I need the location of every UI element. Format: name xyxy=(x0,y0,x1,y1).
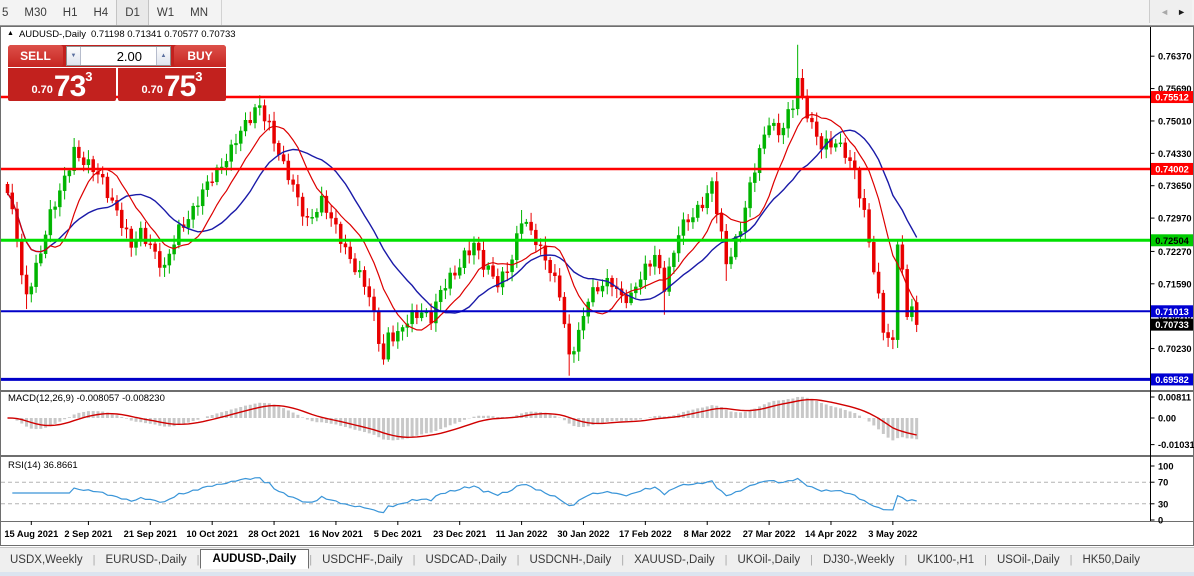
tab-usdchf-daily[interactable]: USDCHF-,Daily xyxy=(312,550,413,570)
volume-increase-button[interactable]: ▲ xyxy=(156,47,170,65)
timeframe-button-w1[interactable]: W1 xyxy=(149,0,182,25)
chart-symbol-header: ▲ AUDUSD-,Daily 0.71198 0.71341 0.70577 … xyxy=(7,29,236,40)
timeframe-button-h4[interactable]: H4 xyxy=(85,0,116,25)
tab-eurusd-daily[interactable]: EURUSD-,Daily xyxy=(96,550,197,570)
svg-text:100: 100 xyxy=(1158,462,1174,472)
buy-button[interactable]: BUY xyxy=(174,45,226,67)
chart-window: 0.763700.756900.750100.743300.736500.729… xyxy=(0,26,1194,546)
buy-price-panel[interactable]: 0.70 75 3 xyxy=(118,68,226,101)
tab-uk100-h1[interactable]: UK100-,H1 xyxy=(907,550,984,570)
macd-value-1: -0.008057 xyxy=(77,393,120,404)
tab-usoil-daily[interactable]: USOil-,Daily xyxy=(987,550,1070,570)
tab-xauusd-daily[interactable]: XAUUSD-,Daily xyxy=(624,550,725,570)
svg-text:0: 0 xyxy=(1158,516,1163,526)
svg-text:17 Feb 2022: 17 Feb 2022 xyxy=(619,529,672,539)
svg-text:0.72504: 0.72504 xyxy=(1155,236,1189,246)
timeframe-button-h1[interactable]: H1 xyxy=(55,0,86,25)
svg-text:28 Oct 2021: 28 Oct 2021 xyxy=(248,529,300,539)
collapse-triangle-icon[interactable]: ▲ xyxy=(7,30,14,37)
svg-text:0.00811: 0.00811 xyxy=(1158,393,1191,403)
buy-price-pip-fraction: 3 xyxy=(195,69,202,84)
svg-text:0.75010: 0.75010 xyxy=(1158,116,1192,126)
svg-text:0.74330: 0.74330 xyxy=(1158,149,1192,159)
macd-name: MACD(12,26,9) xyxy=(8,393,74,404)
svg-text:0.70230: 0.70230 xyxy=(1158,344,1192,354)
chart-symbol-label: AUDUSD-,Daily xyxy=(19,29,86,40)
tab-ukoil-daily[interactable]: UKOil-,Daily xyxy=(727,550,810,570)
tab-usdcnh-daily[interactable]: USDCNH-,Daily xyxy=(519,550,621,570)
volume-decrease-button[interactable]: ▼ xyxy=(67,47,81,65)
svg-text:0.00: 0.00 xyxy=(1158,414,1176,424)
timeframe-button-d1[interactable]: D1 xyxy=(116,0,149,25)
svg-text:0.69582: 0.69582 xyxy=(1155,375,1189,385)
rsi-value: 36.8661 xyxy=(43,460,77,471)
chart-canvas[interactable]: 0.763700.756900.750100.743300.736500.729… xyxy=(0,26,1194,546)
tab-audusd-daily[interactable]: AUDUSD-,Daily xyxy=(200,549,310,569)
svg-text:0.70733: 0.70733 xyxy=(1155,320,1189,330)
timeframe-button-m30[interactable]: M30 xyxy=(16,0,54,25)
one-click-trading-widget: SELL ▼ 2.00 ▲ BUY 0.70 73 3 0.70 75 3 xyxy=(8,45,226,101)
sell-price-big-digits: 73 xyxy=(54,73,85,100)
timeframe-toolbar: 5M30H1H4D1W1MN xyxy=(0,0,1194,26)
buy-price-prefix: 0.70 xyxy=(141,84,162,96)
svg-text:27 Mar 2022: 27 Mar 2022 xyxy=(743,529,796,539)
svg-text:0.72970: 0.72970 xyxy=(1158,214,1192,224)
volume-input[interactable]: 2.00 xyxy=(81,47,156,65)
tab-scroll-controls: ◄ ► xyxy=(1149,0,1192,23)
rsi-indicator-label: RSI(14) 36.8661 xyxy=(8,460,78,471)
svg-text:0.71590: 0.71590 xyxy=(1158,279,1192,289)
svg-text:5 Dec 2021: 5 Dec 2021 xyxy=(374,529,422,539)
trading-platform-window: 5M30H1H4D1W1MN 0.763700.756900.750100.74… xyxy=(0,0,1194,576)
svg-text:15 Aug 2021: 15 Aug 2021 xyxy=(4,529,58,539)
chart-ohlc-values: 0.71198 0.71341 0.70577 0.70733 xyxy=(91,29,236,40)
sell-price-panel[interactable]: 0.70 73 3 xyxy=(8,68,116,101)
trade-widget-prices: 0.70 73 3 0.70 75 3 xyxy=(8,68,226,101)
svg-text:-0.010311: -0.010311 xyxy=(1158,440,1194,450)
svg-text:3 May 2022: 3 May 2022 xyxy=(868,529,917,539)
svg-text:14 Apr 2022: 14 Apr 2022 xyxy=(805,529,857,539)
rsi-name: RSI(14) xyxy=(8,460,41,471)
sell-price-pip-fraction: 3 xyxy=(85,69,92,84)
status-bar-edge xyxy=(0,572,1194,576)
svg-text:8 Mar 2022: 8 Mar 2022 xyxy=(683,529,731,539)
symbol-tab-bar: USDX,Weekly|EURUSD-,Daily|AUDUSD-,Daily|… xyxy=(0,547,1194,572)
tab-usdx-weekly[interactable]: USDX,Weekly xyxy=(0,550,93,570)
svg-text:2 Sep 2021: 2 Sep 2021 xyxy=(64,529,112,539)
tab-usdcad-daily[interactable]: USDCAD-,Daily xyxy=(415,550,516,570)
trade-widget-top-row: SELL ▼ 2.00 ▲ BUY xyxy=(8,45,226,67)
sell-price-prefix: 0.70 xyxy=(31,84,52,96)
svg-text:0.74002: 0.74002 xyxy=(1155,164,1189,174)
svg-text:0.76370: 0.76370 xyxy=(1158,52,1192,62)
macd-value-2: -0.008230 xyxy=(122,393,165,404)
volume-spinner: ▼ 2.00 ▲ xyxy=(66,46,171,66)
buy-price-big-digits: 75 xyxy=(164,73,195,100)
svg-text:11 Jan 2022: 11 Jan 2022 xyxy=(496,529,548,539)
svg-text:30: 30 xyxy=(1158,499,1168,509)
tab-scroll-left-icon[interactable]: ◄ xyxy=(1160,7,1169,17)
tab-scroll-right-icon[interactable]: ► xyxy=(1177,7,1186,17)
tab-dj30-weekly[interactable]: DJ30-,Weekly xyxy=(813,550,904,570)
svg-text:0.75512: 0.75512 xyxy=(1155,93,1189,103)
svg-text:23 Dec 2021: 23 Dec 2021 xyxy=(433,529,486,539)
svg-text:0.71013: 0.71013 xyxy=(1155,307,1189,317)
sell-button[interactable]: SELL xyxy=(8,45,63,67)
timeframe-button-mn[interactable]: MN xyxy=(182,0,216,25)
tab-hk50-daily[interactable]: HK50,Daily xyxy=(1072,550,1150,570)
svg-text:21 Sep 2021: 21 Sep 2021 xyxy=(124,529,177,539)
svg-text:30 Jan 2022: 30 Jan 2022 xyxy=(557,529,609,539)
svg-text:0.72270: 0.72270 xyxy=(1158,247,1192,257)
svg-text:0.73650: 0.73650 xyxy=(1158,181,1192,191)
timeframe-button-5[interactable]: 5 xyxy=(0,0,16,25)
svg-text:16 Nov 2021: 16 Nov 2021 xyxy=(309,529,363,539)
svg-text:10 Oct 2021: 10 Oct 2021 xyxy=(186,529,238,539)
macd-indicator-label: MACD(12,26,9) -0.008057 -0.008230 xyxy=(8,393,165,404)
toolbar-separator xyxy=(221,0,222,25)
svg-text:70: 70 xyxy=(1158,478,1168,488)
